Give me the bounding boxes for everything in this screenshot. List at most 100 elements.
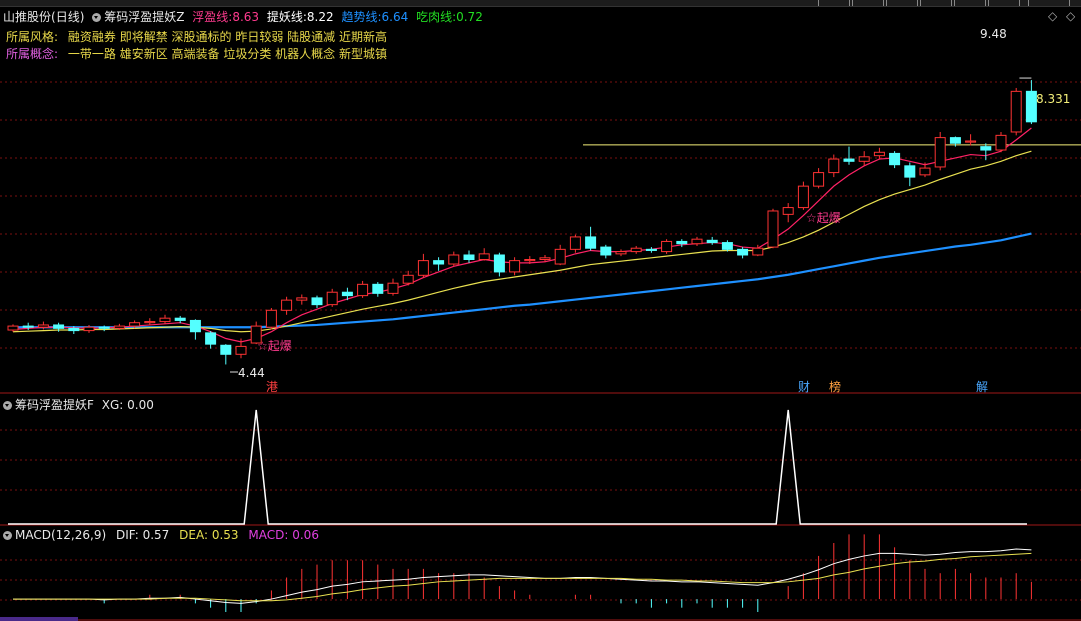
line-label-tiyao: 提妖线: bbox=[266, 10, 307, 24]
diamond-icon[interactable]: ◇ bbox=[1048, 9, 1057, 23]
candle-body bbox=[281, 299, 293, 311]
candle-body bbox=[539, 257, 551, 260]
macd-dif-label: DIF: bbox=[115, 528, 139, 542]
candle-body bbox=[68, 327, 80, 332]
candle-body bbox=[934, 137, 946, 168]
candle-body bbox=[630, 247, 642, 253]
line-value-fuying: 8.63 bbox=[232, 10, 260, 24]
high-price-label: 9.48 bbox=[980, 27, 1007, 41]
line-value-chirou: 0.72 bbox=[456, 10, 483, 24]
stock-name: 山推股份 bbox=[3, 10, 52, 24]
candle-body bbox=[797, 185, 809, 209]
trend-line bbox=[13, 232, 1032, 329]
style-row: 所属风格: 融资融券 即将解禁 深股通标的 昨日较弱 陆股通减 近期新高 bbox=[6, 28, 387, 45]
diamond-icon-2[interactable]: ◇ bbox=[1066, 9, 1075, 23]
tag-bang[interactable]: 榜 bbox=[829, 378, 841, 395]
signal-qibao-1: ☆起爆 bbox=[257, 339, 292, 353]
candle-body bbox=[509, 260, 521, 273]
xg-signal-line bbox=[8, 409, 1027, 525]
candle-body bbox=[341, 291, 353, 297]
macd-label: MACD: bbox=[248, 528, 289, 542]
candle-body bbox=[235, 345, 247, 355]
candle-body bbox=[98, 326, 110, 329]
concept-label: 所属概念: bbox=[6, 47, 59, 61]
candle-body bbox=[554, 248, 566, 265]
line-value-tiyao: 8.22 bbox=[306, 10, 334, 24]
candle-body bbox=[433, 260, 445, 265]
sub2-name[interactable]: MACD(12,26,9) bbox=[15, 528, 106, 542]
signal-qibao-2: ☆起爆 bbox=[806, 211, 841, 225]
candle-body bbox=[1025, 90, 1037, 123]
macd-dea-label: DEA: bbox=[179, 528, 209, 542]
candle-body bbox=[296, 297, 308, 301]
candle-body bbox=[478, 253, 490, 261]
candle-body bbox=[661, 240, 673, 253]
candle-body bbox=[1010, 90, 1022, 133]
dif-line bbox=[13, 548, 1032, 604]
candle-body bbox=[919, 167, 931, 176]
candle-body bbox=[220, 344, 232, 355]
tag-cai[interactable]: 财 bbox=[798, 378, 810, 395]
tag-gang[interactable]: 港 bbox=[266, 378, 278, 395]
style-label: 所属风格: bbox=[6, 30, 59, 44]
candle-body bbox=[174, 317, 186, 321]
candle-body bbox=[995, 134, 1007, 151]
candle-body bbox=[524, 259, 536, 262]
candle-body bbox=[828, 158, 840, 174]
sub1-xg-label: XG: bbox=[101, 398, 124, 412]
candle-body bbox=[858, 156, 870, 162]
macd-dif-value: 0.57 bbox=[142, 528, 170, 542]
sub1-menu-icon[interactable] bbox=[3, 401, 12, 410]
sub1-name[interactable]: 筹码浮盈提妖F bbox=[15, 398, 94, 412]
candle-body bbox=[205, 332, 217, 345]
macd-dea-value: 0.53 bbox=[211, 528, 239, 542]
candle-body bbox=[691, 238, 703, 245]
candle-body bbox=[965, 140, 977, 143]
candle-body bbox=[53, 324, 65, 329]
candle-body bbox=[721, 242, 733, 250]
candle-body bbox=[265, 309, 277, 328]
indicator-menu-icon[interactable] bbox=[92, 13, 102, 22]
candle-body bbox=[357, 283, 369, 297]
macd-value: 0.06 bbox=[292, 528, 319, 542]
candle-body bbox=[767, 210, 779, 248]
candle-body bbox=[600, 246, 612, 256]
sub2-menu-icon[interactable] bbox=[3, 531, 12, 540]
candle-body bbox=[417, 260, 429, 276]
line-label-fuying: 浮盈线: bbox=[192, 10, 233, 24]
candle-body bbox=[889, 152, 901, 166]
candle-body bbox=[144, 321, 156, 324]
candle-body bbox=[7, 325, 19, 331]
sub1-xg-value: 0.00 bbox=[127, 398, 154, 412]
candle-body bbox=[493, 254, 505, 273]
candle-body bbox=[37, 324, 49, 328]
scroll-indicator bbox=[0, 617, 78, 621]
candle-body bbox=[22, 325, 34, 328]
candle-body bbox=[113, 325, 125, 329]
line-value-qushi: 6.64 bbox=[381, 10, 409, 24]
low-price-label: 4.44 bbox=[238, 366, 265, 380]
candle-body bbox=[676, 240, 688, 245]
candle-body bbox=[645, 248, 657, 251]
candle-body bbox=[311, 297, 323, 306]
candle-body bbox=[782, 207, 794, 215]
candle-body bbox=[615, 251, 627, 255]
candle-body bbox=[83, 326, 95, 332]
candle-body bbox=[372, 283, 384, 294]
candle-body bbox=[585, 236, 597, 249]
candle-body bbox=[737, 248, 749, 256]
sub2-header: MACD(12,26,9) DIF: 0.57 DEA: 0.53 MACD: … bbox=[3, 528, 319, 542]
candle-body bbox=[569, 236, 581, 250]
candle-body bbox=[387, 282, 399, 294]
candle-body bbox=[448, 254, 460, 265]
candle-body bbox=[949, 137, 961, 144]
concept-row: 所属概念: 一带一路 雄安新区 高端装备 垃圾分类 机器人概念 新型城镇 bbox=[6, 45, 387, 62]
main-indicator-name[interactable]: 筹码浮盈提妖Z bbox=[104, 10, 184, 24]
candle-body bbox=[873, 151, 885, 157]
candle-body bbox=[904, 165, 916, 178]
concept-text: 一带一路 雄安新区 高端装备 垃圾分类 机器人概念 新型城镇 bbox=[67, 47, 387, 61]
candle-body bbox=[706, 239, 718, 244]
candle-body bbox=[752, 247, 764, 256]
candle-body bbox=[813, 172, 825, 187]
tag-jie[interactable]: 解 bbox=[976, 378, 988, 395]
